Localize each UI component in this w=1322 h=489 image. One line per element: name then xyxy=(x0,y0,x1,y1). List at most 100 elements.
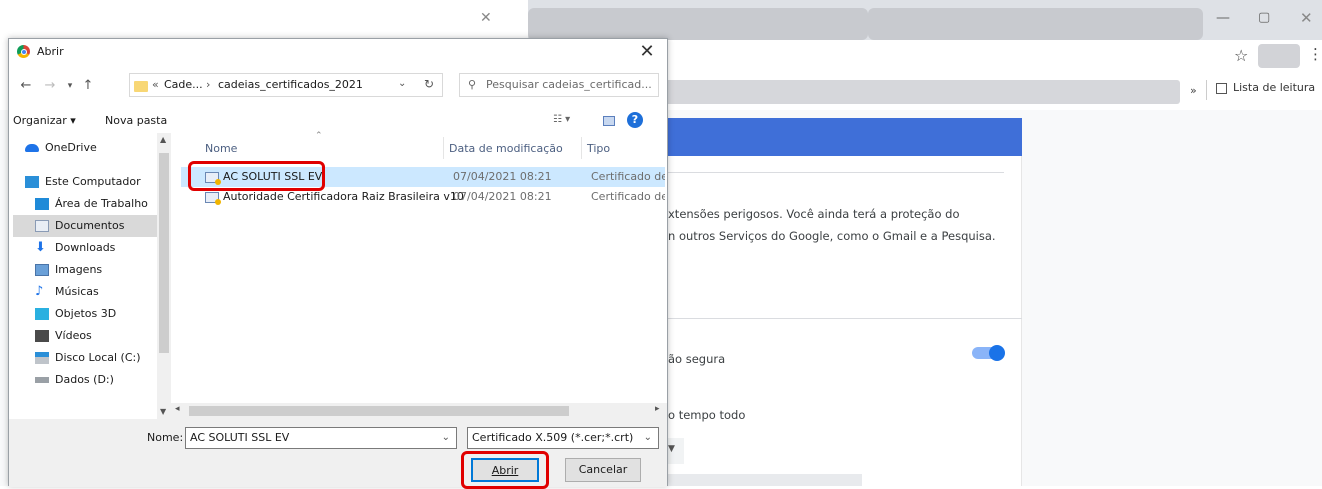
menu-kebab-icon[interactable]: ⋮ xyxy=(1308,45,1322,63)
browser-tab[interactable] xyxy=(868,8,1203,40)
preview-pane-icon[interactable] xyxy=(603,116,615,126)
reading-list-label: Lista de leitura xyxy=(1233,81,1316,94)
reading-list-button[interactable]: Lista de leitura xyxy=(1216,81,1315,94)
desktop-icon xyxy=(35,198,49,210)
browser-tab-active[interactable]: ✕ xyxy=(0,0,528,40)
scroll-left-icon[interactable]: ◂ xyxy=(175,404,180,414)
restore-icon[interactable]: ▢ xyxy=(1258,10,1270,25)
file-modified: 07/04/2021 08:21 xyxy=(453,190,552,203)
highlight-open-button xyxy=(461,451,549,489)
column-divider xyxy=(443,137,444,159)
nav-item-this-pc[interactable]: Este Computador xyxy=(13,171,157,193)
nav-item-label: Documentos xyxy=(55,219,125,232)
browser-tab[interactable] xyxy=(528,8,868,40)
filter-dropdown-chevron-icon[interactable]: ⌄ xyxy=(644,428,652,448)
nav-item-label: Dados (D:) xyxy=(55,373,114,386)
column-header-modified[interactable]: Data de modificação xyxy=(449,139,563,159)
file-list: Nome ⌃ Data de modificação Tipo AC SOLUT… xyxy=(171,131,667,419)
back-arrow-icon[interactable]: ← xyxy=(17,75,35,97)
nav-item-label: Músicas xyxy=(55,285,99,298)
profile-avatar[interactable] xyxy=(1258,44,1300,68)
search-input[interactable]: ⚲ Pesquisar cadeias_certificad... xyxy=(459,73,659,97)
omnibox[interactable] xyxy=(660,80,1180,104)
nav-item-data-drive[interactable]: Dados (D:) xyxy=(13,369,157,391)
filename-input[interactable]: AC SOLUTI SSL EV ⌄ xyxy=(185,427,457,449)
scroll-up-icon[interactable]: ▲ xyxy=(160,135,166,144)
divider xyxy=(668,318,1022,319)
open-file-dialog: Abrir ✕ ← → ▾ ↑ « Cade... › cadeias_cert… xyxy=(8,38,668,489)
nav-scrollbar-thumb[interactable] xyxy=(159,153,169,353)
nav-item-pictures[interactable]: Imagens xyxy=(13,259,157,281)
nav-item-desktop[interactable]: Área de Trabalho xyxy=(13,193,157,215)
sort-caret-icon: ⌃ xyxy=(315,131,323,141)
organize-button[interactable]: Organizar ▾ xyxy=(13,114,76,127)
folder-icon xyxy=(134,79,148,92)
window-close-icon[interactable]: ✕ xyxy=(1300,9,1313,27)
help-icon[interactable]: ? xyxy=(627,112,643,128)
videos-icon xyxy=(35,330,49,342)
file-type-filter-value: Certificado X.509 (*.cer;*.crt) xyxy=(472,431,634,444)
search-placeholder: Pesquisar cadeias_certificad... xyxy=(486,78,652,91)
recent-locations-chevron-icon[interactable]: ▾ xyxy=(63,75,77,97)
filename-dropdown-chevron-icon[interactable]: ⌄ xyxy=(442,428,450,448)
cloud-icon xyxy=(25,144,39,152)
filename-value: AC SOLUTI SSL EV xyxy=(190,431,290,444)
breadcrumb-current[interactable]: cadeias_certificados_2021 xyxy=(218,78,363,91)
horizontal-scrollbar-thumb[interactable] xyxy=(189,406,569,416)
breadcrumb-separator-icon: › xyxy=(206,78,211,91)
separator xyxy=(1206,80,1207,100)
filename-label: Nome: xyxy=(147,431,184,444)
column-divider xyxy=(581,137,582,159)
file-type-filter-select[interactable]: Certificado X.509 (*.cer;*.crt) ⌄ xyxy=(467,427,659,449)
pictures-icon xyxy=(35,264,49,276)
dialog-close-icon[interactable]: ✕ xyxy=(633,39,661,65)
scroll-right-icon[interactable]: ▸ xyxy=(655,404,660,414)
nav-item-label: Vídeos xyxy=(55,329,92,342)
nav-item-documents[interactable]: Documentos xyxy=(13,215,157,237)
bookmarks-more-button[interactable]: » xyxy=(1190,84,1197,97)
nav-item-onedrive[interactable]: OneDrive xyxy=(13,137,157,159)
documents-icon xyxy=(35,220,49,232)
nav-item-local-disk[interactable]: Disco Local (C:) xyxy=(13,347,157,369)
file-type: Certificado de Se xyxy=(591,170,665,183)
address-bar[interactable]: « Cade... › cadeias_certificados_2021 ⌄ … xyxy=(129,73,443,97)
safe-browsing-desc-line1: xtensões perigosos. Você ainda terá a pr… xyxy=(668,207,960,221)
nav-item-label: Downloads xyxy=(55,241,116,254)
up-arrow-icon[interactable]: ↑ xyxy=(79,75,97,97)
nav-item-downloads[interactable]: ⬇ Downloads xyxy=(13,237,157,259)
column-header-name[interactable]: Nome xyxy=(205,139,237,159)
dialog-footer: Nome: AC SOLUTI SSL EV ⌄ Certificado X.5… xyxy=(9,419,667,489)
nav-item-3d-objects[interactable]: Objetos 3D xyxy=(13,303,157,325)
tab-close-icon[interactable]: ✕ xyxy=(480,10,492,26)
forward-arrow-icon[interactable]: → xyxy=(41,75,59,97)
settings-card xyxy=(660,156,1022,486)
nav-item-label: Área de Trabalho xyxy=(55,197,148,210)
view-options-icon[interactable]: ☷ ▾ xyxy=(553,114,570,125)
cancel-button[interactable]: Cancelar xyxy=(565,458,641,482)
chrome-icon xyxy=(17,45,30,58)
file-modified: 07/04/2021 08:21 xyxy=(453,170,552,183)
objects3d-icon xyxy=(35,308,49,320)
command-bar: Organizar ▾ Nova pasta ☷ ▾ ? xyxy=(9,109,667,133)
disk-icon xyxy=(35,352,49,364)
nav-item-label: Este Computador xyxy=(45,175,141,188)
nav-item-music[interactable]: ♪ Músicas xyxy=(13,281,157,303)
computer-icon xyxy=(25,176,39,188)
minimize-icon[interactable]: — xyxy=(1216,10,1230,26)
dialog-app-icon xyxy=(17,39,37,65)
nav-item-videos[interactable]: Vídeos xyxy=(13,325,157,347)
secure-option-label: ão segura xyxy=(668,352,726,366)
column-header-type[interactable]: Tipo xyxy=(587,139,610,159)
address-dropdown-chevron-icon[interactable]: ⌄ xyxy=(398,78,406,89)
new-folder-button[interactable]: Nova pasta xyxy=(105,114,167,127)
breadcrumb-item[interactable]: Cade... xyxy=(164,78,203,91)
nav-item-label: Objetos 3D xyxy=(55,307,117,320)
secure-toggle-knob[interactable] xyxy=(989,345,1005,361)
bookmark-star-icon[interactable]: ☆ xyxy=(1234,46,1248,65)
scroll-down-icon[interactable]: ▼ xyxy=(160,407,166,416)
file-type: Certificado de Se xyxy=(591,190,665,203)
refresh-icon[interactable]: ↻ xyxy=(424,77,434,91)
breadcrumb-overflow[interactable]: « xyxy=(152,78,159,91)
nav-item-label: Imagens xyxy=(55,263,103,276)
certificate-icon xyxy=(205,191,221,205)
